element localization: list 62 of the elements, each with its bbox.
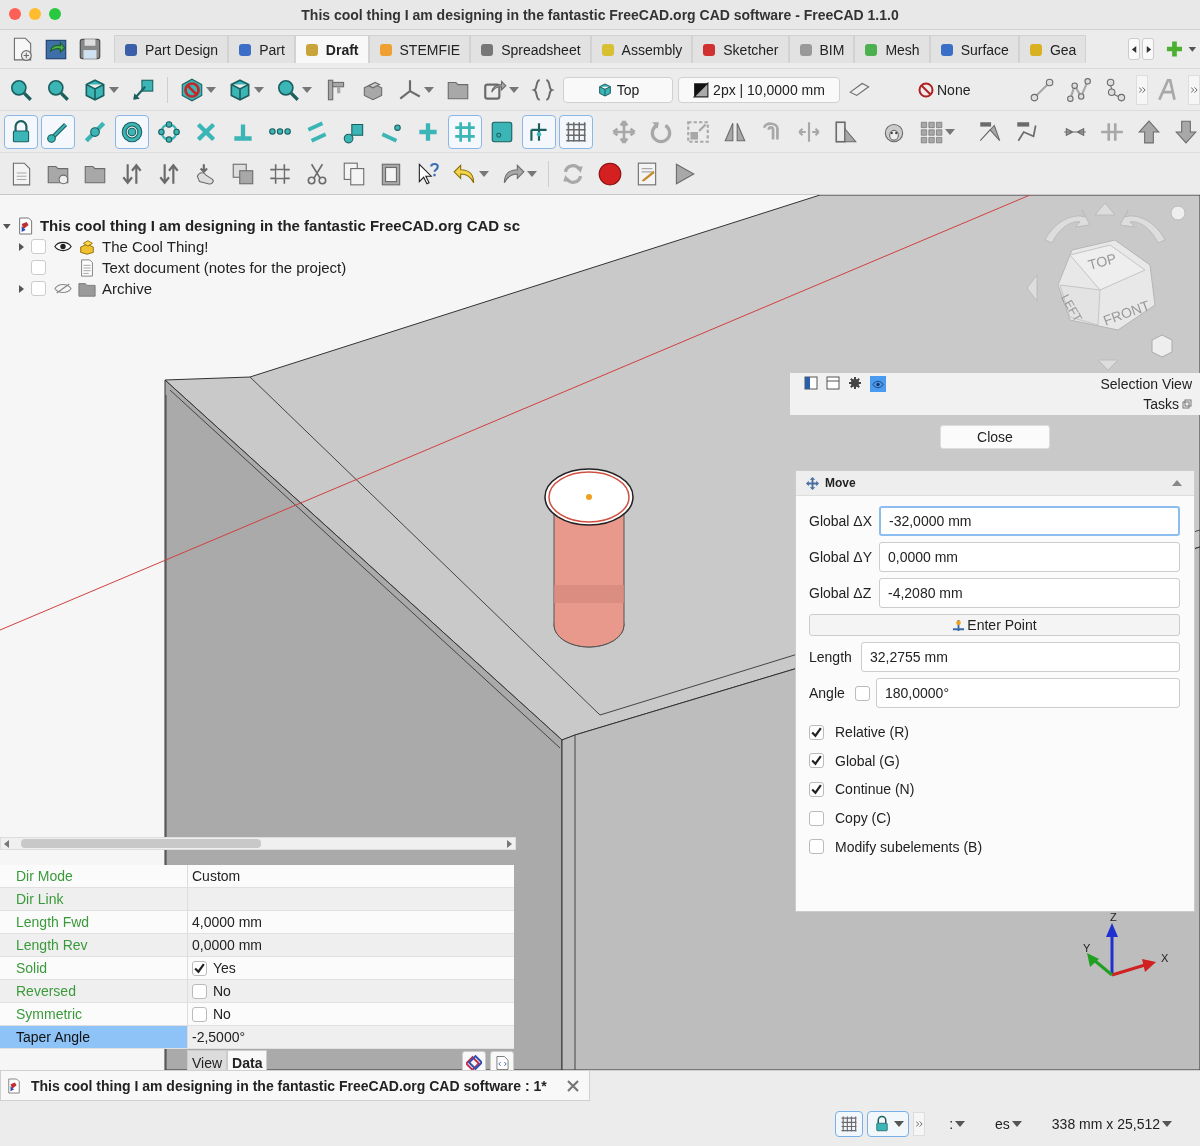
- input-field[interactable]: -4,2080 mm: [879, 578, 1180, 608]
- value-text: 4,0000 mm: [192, 914, 263, 930]
- tree-item[interactable]: Text document (notes for the project): [102, 259, 347, 276]
- value-text: 0,0000 mm: [192, 937, 263, 953]
- checkbox-label: Continue (N): [835, 781, 915, 798]
- axis-label: Z: [1110, 911, 1117, 923]
- workbench-tab[interactable]: Part Design: [114, 35, 229, 63]
- field-label: Angle: [809, 685, 846, 701]
- property-name[interactable]: Taper Angle: [0, 1026, 188, 1048]
- enter-point-button[interactable]: Enter Point: [809, 614, 1180, 636]
- checkbox-label: No: [213, 1006, 231, 1022]
- field-label: Length: [809, 649, 853, 665]
- checkbox-label: Modify subelements (B): [835, 838, 983, 855]
- tab-label: This cool thing I am designing in the fantastic FreeCAD.org CAD software : 1*: [31, 1077, 548, 1094]
- panel-title: Tasks: [1143, 396, 1179, 412]
- workbench-tab[interactable]: BIM: [788, 35, 855, 63]
- close-panel-button[interactable]: Close: [940, 425, 1050, 449]
- property-name[interactable]: Symmetric: [0, 1003, 188, 1025]
- value-text: Custom: [192, 868, 241, 884]
- status-dropdown[interactable]: es: [989, 1114, 1028, 1133]
- input-field[interactable]: -32,0000 mm: [879, 506, 1180, 536]
- tree-item[interactable]: Archive: [102, 280, 153, 297]
- workbench-tab[interactable]: Draft: [294, 35, 369, 63]
- panel-title: Selection View: [1100, 376, 1192, 392]
- checkbox-label: Relative (R): [835, 724, 909, 741]
- cube-face-label: TOP: [1086, 250, 1119, 273]
- document-tab[interactable]: This cool thing I am designing in the fantastic FreeCAD.org CAD software : 1*: [0, 1071, 590, 1101]
- status-dropdown[interactable]: :: [943, 1114, 972, 1133]
- style-button[interactable]: 2px | 10,0000 mm: [678, 76, 840, 103]
- section-title: Move: [825, 476, 856, 490]
- field-label: Global ΔZ: [809, 585, 873, 601]
- view-button[interactable]: Top: [563, 76, 673, 103]
- workbench-tab[interactable]: Spreadsheet: [470, 35, 591, 63]
- input-field[interactable]: 0,0000 mm: [879, 542, 1180, 572]
- property-name[interactable]: Dir Mode: [0, 865, 188, 887]
- window-title: This cool thing I am designing in the fantastic FreeCAD.org CAD software - FreeCAD 1.1.0: [301, 6, 899, 23]
- workbench-tab[interactable]: Assembly: [590, 35, 693, 63]
- workbench-tab[interactable]: Gea: [1018, 35, 1087, 63]
- workbench-tab[interactable]: Mesh: [854, 35, 930, 63]
- layer-button[interactable]: None: [912, 80, 977, 99]
- workbench-tab[interactable]: STEMFIE: [368, 35, 471, 63]
- tree-item[interactable]: This cool thing I am designing in the fantastic FreeCAD.org CAD sc: [39, 217, 520, 234]
- workbench-tab[interactable]: Sketcher: [692, 35, 789, 63]
- checkbox-label: Yes: [213, 960, 236, 976]
- property-tab[interactable]: Data: [227, 1050, 268, 1070]
- value-text: -2,5000°: [192, 1029, 246, 1045]
- checkbox-label: Global (G): [835, 752, 900, 769]
- axis-label: Y: [1083, 942, 1091, 954]
- workbench-tab[interactable]: Surface: [929, 35, 1019, 63]
- property-tab[interactable]: View: [187, 1050, 228, 1070]
- workbench-tab[interactable]: Part: [228, 35, 295, 63]
- input-field[interactable]: 32,2755 mm: [861, 642, 1180, 672]
- property-name[interactable]: Solid: [0, 957, 188, 979]
- checkbox-label: Copy (C): [835, 810, 891, 827]
- checkbox-label: No: [213, 983, 231, 999]
- tree-item[interactable]: The Cool Thing!: [102, 238, 209, 255]
- field-label: Global ΔX: [809, 513, 873, 529]
- axis-label: X: [1161, 952, 1169, 964]
- input-field[interactable]: 180,0000°: [876, 678, 1180, 708]
- field-label: Global ΔY: [809, 549, 873, 565]
- property-name[interactable]: Length Fwd: [0, 911, 188, 933]
- status-dropdown[interactable]: 338 mm x 25,512: [1045, 1114, 1178, 1133]
